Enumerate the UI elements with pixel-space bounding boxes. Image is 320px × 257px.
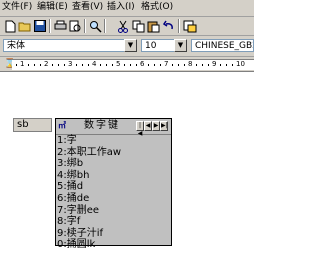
format-toolbar: 宋体 ▼ 10 ▼ CHINESE_GB2312 — [0, 36, 254, 57]
ruler-tick — [124, 64, 125, 66]
ruler-tick — [130, 64, 131, 66]
ruler-tick — [154, 64, 155, 66]
ruler-tick — [16, 64, 17, 66]
ime-mode-icon[interactable]: ㎡ — [58, 120, 66, 132]
ruler-number: 8 — [188, 60, 193, 68]
ruler-number: 1 — [20, 60, 25, 68]
ruler-tick — [106, 64, 107, 66]
font-size-dropdown-button[interactable]: ▼ — [174, 39, 187, 52]
copy-icon[interactable] — [131, 19, 145, 33]
menu-view[interactable]: 查看(V) — [72, 2, 103, 13]
ruler-tick — [100, 64, 101, 66]
print-icon[interactable] — [53, 19, 67, 33]
chevron-down-icon: ▼ — [127, 41, 134, 49]
ruler-tick — [160, 64, 161, 66]
ruler-number: 2 — [44, 60, 49, 68]
toolbar-separator — [84, 19, 86, 33]
ruler-tick — [112, 64, 113, 66]
ruler-tick — [226, 64, 227, 66]
toolbar-separator — [104, 19, 106, 33]
menu-file[interactable]: 文件(F) — [2, 2, 32, 13]
ruler-tick — [232, 64, 233, 66]
candidate-item[interactable]: 9:椟子汁if — [57, 228, 170, 240]
candidate-list: 1:字 2:本职工作aw 3:绑b 4:绑bh 5:捅d 6:捅de 7:字删e… — [57, 135, 170, 251]
insert-object-icon[interactable] — [183, 19, 197, 33]
charset-combo[interactable]: CHINESE_GB2312 — [191, 39, 254, 52]
ruler-tick — [136, 64, 137, 66]
ruler-tick — [40, 64, 41, 66]
ruler-tick — [82, 64, 83, 66]
candidate-title: 数字键 — [84, 120, 120, 131]
cut-icon[interactable] — [116, 19, 130, 33]
last-page-icon[interactable]: ▶| — [160, 121, 168, 131]
ruler-tick — [208, 64, 209, 66]
ime-composition-window: sb — [13, 118, 52, 132]
candidate-item[interactable]: 0:捅圆lk — [57, 239, 170, 251]
print-preview-icon[interactable] — [68, 19, 82, 33]
menu-insert[interactable]: 插入(I) — [107, 2, 135, 13]
chevron-down-icon: ▼ — [177, 41, 184, 49]
ruler-number: 4 — [92, 60, 97, 68]
candidate-item[interactable]: 8:字f — [57, 216, 170, 228]
ime-candidate-window: ㎡ 数字键 |◀ ◀ ▶ ▶| 1:字 2:本职工作aw 3:绑b 4:绑bh … — [55, 118, 172, 250]
ruler-tick — [34, 64, 35, 66]
candidate-item[interactable]: 1:字 — [57, 135, 170, 147]
ruler-strip: 1 2 3 4 5 6 7 8 9 10 — [12, 59, 254, 70]
candidate-item[interactable]: 7:字删ee — [57, 205, 170, 217]
menu-bar: 文件(F) 编辑(E) 查看(V) 插入(I) 格式(O) — [0, 0, 254, 17]
toolbar-separator — [49, 19, 51, 33]
save-icon[interactable] — [33, 19, 47, 33]
candidate-item[interactable]: 4:绑bh — [57, 170, 170, 182]
menu-edit[interactable]: 编辑(E) — [37, 2, 68, 13]
ruler-tick — [76, 64, 77, 66]
ruler-number: 9 — [212, 60, 217, 68]
ruler-tick — [184, 64, 185, 66]
ruler[interactable]: ⌛ 1 2 3 4 5 6 7 8 9 10 — [0, 57, 254, 72]
paste-icon[interactable] — [146, 19, 160, 33]
first-page-icon[interactable]: |◀ — [136, 121, 144, 137]
menu-format[interactable]: 格式(O) — [141, 2, 173, 13]
candidate-item[interactable]: 2:本职工作aw — [57, 147, 170, 159]
standard-toolbar — [0, 17, 254, 36]
ruler-number: 5 — [116, 60, 121, 68]
ruler-number: 3 — [68, 60, 73, 68]
ruler-tick — [52, 64, 53, 66]
ruler-tick — [64, 64, 65, 66]
ruler-tick — [28, 64, 29, 66]
open-folder-icon[interactable] — [18, 19, 32, 33]
candidate-title-bar: ㎡ 数字键 |◀ ◀ ▶ ▶| — [56, 119, 171, 137]
ruler-tick — [178, 64, 179, 66]
ruler-number: 7 — [164, 60, 169, 68]
ruler-tick — [148, 64, 149, 66]
candidate-item[interactable]: 6:捅de — [57, 193, 170, 205]
prev-page-icon[interactable]: ◀ — [144, 121, 152, 131]
ruler-tick — [220, 64, 221, 66]
new-document-icon[interactable] — [3, 19, 17, 33]
ruler-tick — [58, 64, 59, 66]
next-page-icon[interactable]: ▶ — [152, 121, 160, 131]
ruler-number: 10 — [236, 60, 245, 68]
ruler-tick — [202, 64, 203, 66]
candidate-item[interactable]: 5:捅d — [57, 181, 170, 193]
ruler-tick — [88, 64, 89, 66]
candidate-item[interactable]: 3:绑b — [57, 158, 170, 170]
font-name-combo[interactable]: 宋体 — [3, 39, 126, 52]
ruler-tick — [196, 64, 197, 66]
find-icon[interactable] — [88, 19, 102, 33]
toolbar-separator — [178, 19, 180, 33]
ruler-number: 6 — [140, 60, 145, 68]
ruler-tick — [172, 64, 173, 66]
font-name-dropdown-button[interactable]: ▼ — [124, 39, 137, 52]
undo-icon[interactable] — [162, 19, 176, 33]
